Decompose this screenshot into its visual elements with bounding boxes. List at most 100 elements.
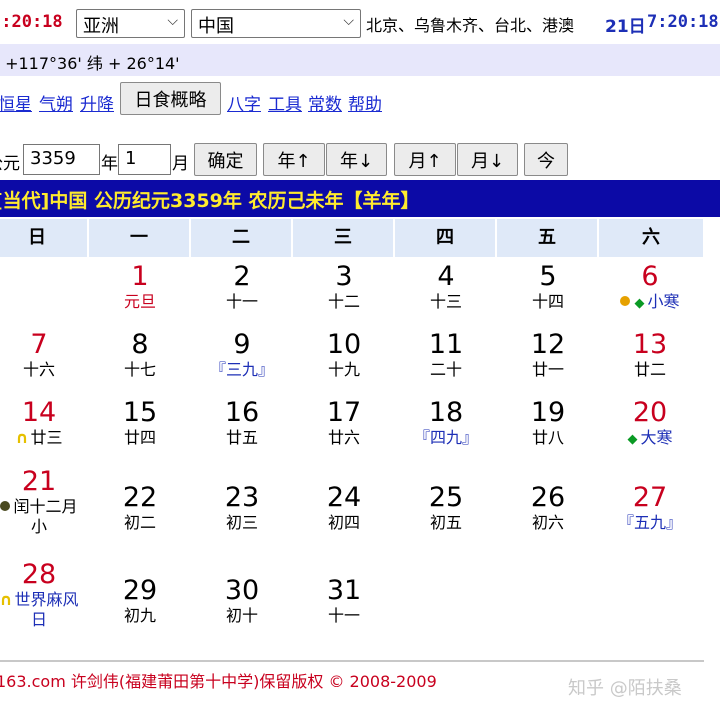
day-number: 14: [21, 397, 57, 428]
day-number: 28: [21, 559, 57, 590]
region-select[interactable]: 亚洲 ⌵: [76, 9, 185, 38]
lunar-date: ∩ 廿三: [0, 428, 90, 448]
day-cell[interactable]: 26 初六: [497, 483, 599, 533]
day-cell[interactable]: 1 元旦: [89, 262, 191, 312]
day-cell[interactable]: 9 『三九』: [191, 330, 293, 380]
day-cell[interactable]: 23 初三: [191, 483, 293, 533]
weekday-wed: 三: [293, 219, 393, 257]
link-gongju[interactable]: 工具: [268, 90, 302, 115]
day-cell[interactable]: 17 廿六: [293, 398, 395, 448]
coordinates-text: 经 +117°36' 纬 + 26°14': [0, 54, 180, 73]
link-bazi[interactable]: 八字: [227, 90, 261, 115]
day-cell[interactable]: 8 十七: [89, 330, 191, 380]
link-qishuo[interactable]: 气朔: [39, 90, 73, 115]
day-cell[interactable]: 16 廿五: [191, 398, 293, 448]
lunar-date-text: 『五九』: [617, 513, 682, 532]
link-shengjiang[interactable]: 升降: [80, 90, 114, 115]
day-cell[interactable]: 12 廿一: [497, 330, 599, 380]
year-up-button[interactable]: 年↑: [263, 143, 325, 176]
day-cell[interactable]: 19 廿八: [497, 398, 599, 448]
link-changshu[interactable]: 常数: [308, 90, 342, 115]
day-cell[interactable]: 20 ◆ 大寒: [599, 398, 701, 450]
lunar-date-text: 廿三: [30, 428, 63, 447]
year-input[interactable]: 3359: [23, 144, 100, 175]
day-cell[interactable]: 21 闰十二月小: [0, 467, 90, 537]
lunar-date: 闰十二月: [0, 497, 90, 517]
lunar-date: 『五九』: [599, 513, 701, 533]
lunar-date-text: 世界麻风: [14, 590, 79, 609]
calendar-title-bar: [当代]中国 公历纪元3359年 农历己未年【羊年】: [0, 180, 720, 217]
day-cell[interactable]: 22 初二: [89, 483, 191, 533]
day-cell[interactable]: 11 二十: [395, 330, 497, 380]
day-cell[interactable]: 10 十九: [293, 330, 395, 380]
day-number: 23: [224, 482, 260, 513]
link-hengxing[interactable]: 恒星: [0, 90, 32, 115]
weekday-sun: 日: [0, 219, 87, 257]
solar-term-icon: ◆: [634, 296, 645, 311]
day-cell[interactable]: 18 『四九』: [395, 398, 497, 448]
month-input[interactable]: 1: [118, 144, 171, 175]
day-number: 29: [122, 575, 158, 606]
lunar-date-text: 初九: [123, 606, 156, 625]
lunar-date-text: 廿一: [531, 360, 564, 379]
lunar-date: 初五: [395, 513, 497, 533]
lunar-date: 初九: [89, 606, 191, 626]
lunar-date-text: 十二: [327, 292, 360, 311]
lunar-date: ◆ 大寒: [599, 428, 701, 450]
copyright-text: 163.com 许剑伟(福建莆田第十中学)保留版权 © 2008-2009: [0, 672, 437, 691]
lunar-date: 『四九』: [395, 428, 497, 448]
new-moon-icon: [0, 501, 11, 511]
day-number: 20: [632, 397, 668, 428]
day-cell[interactable]: 3 十二: [293, 262, 395, 312]
lunar-date-text: 廿八: [531, 428, 564, 447]
day-cell[interactable]: 7 十六: [0, 330, 90, 380]
day-cell[interactable]: 24 初四: [293, 483, 395, 533]
lunar-date-text: 十九: [327, 360, 360, 379]
day-number: 3: [335, 261, 353, 292]
today-button[interactable]: 今: [524, 143, 568, 176]
current-time: 7:20:18: [647, 12, 719, 32]
day-number: 30: [224, 575, 260, 606]
lunar-date-text: 初十: [225, 606, 258, 625]
link-bangzhu[interactable]: 帮助: [348, 90, 382, 115]
day-number: 4: [437, 261, 455, 292]
day-number: 8: [131, 329, 149, 360]
lunar-date: 廿一: [497, 360, 599, 380]
day-cell[interactable]: 15 廿四: [89, 398, 191, 448]
month-up-button[interactable]: 月↑: [394, 143, 456, 176]
day-cell[interactable]: 4 十三: [395, 262, 497, 312]
eclipse-overview-button[interactable]: 日食概略: [120, 82, 221, 115]
footer: 163.com 许剑伟(福建莆田第十中学)保留版权 © 2008-2009 知乎…: [0, 660, 720, 712]
day-cell[interactable]: 29 初九: [89, 576, 191, 626]
weekday-thu: 四: [395, 219, 495, 257]
lunar-date: 廿六: [293, 428, 395, 448]
day-cell[interactable]: 25 初五: [395, 483, 497, 533]
day-cell[interactable]: 2 十一: [191, 262, 293, 312]
day-cell[interactable]: 13 廿二: [599, 330, 701, 380]
weekday-tue: 二: [191, 219, 291, 257]
lunar-date-text: 大寒: [640, 428, 673, 447]
confirm-button[interactable]: 确定: [194, 143, 257, 176]
lunar-date-text: 初六: [531, 513, 564, 532]
lunar-date: 廿二: [599, 360, 701, 380]
day-cell[interactable]: 6 ◆ 小寒: [599, 262, 701, 314]
day-number: 16: [224, 397, 260, 428]
moon-phase-icon: ∩: [0, 590, 13, 609]
day-cell[interactable]: 30 初十: [191, 576, 293, 626]
day-number: 10: [326, 329, 362, 360]
month-down-button[interactable]: 月↓: [457, 143, 518, 176]
year-down-button[interactable]: 年↓: [326, 143, 387, 176]
country-select[interactable]: 中国 ⌵: [191, 9, 361, 38]
chevron-down-icon: ⌵: [343, 13, 354, 29]
day-number: 17: [326, 397, 362, 428]
day-cell[interactable]: 31 十一: [293, 576, 395, 626]
weekday-sat: 六: [599, 219, 703, 257]
day-cell[interactable]: 28 ∩ 世界麻风日: [0, 560, 90, 630]
day-cell[interactable]: 5 十四: [497, 262, 599, 312]
day-number: 18: [428, 397, 464, 428]
lunar-date-text: 十六: [22, 360, 55, 379]
day-number: 21: [21, 466, 57, 497]
day-cell[interactable]: 14 ∩ 廿三: [0, 398, 90, 448]
day-cell[interactable]: 27 『五九』: [599, 483, 701, 533]
lunar-date-text: 元旦: [123, 292, 156, 311]
